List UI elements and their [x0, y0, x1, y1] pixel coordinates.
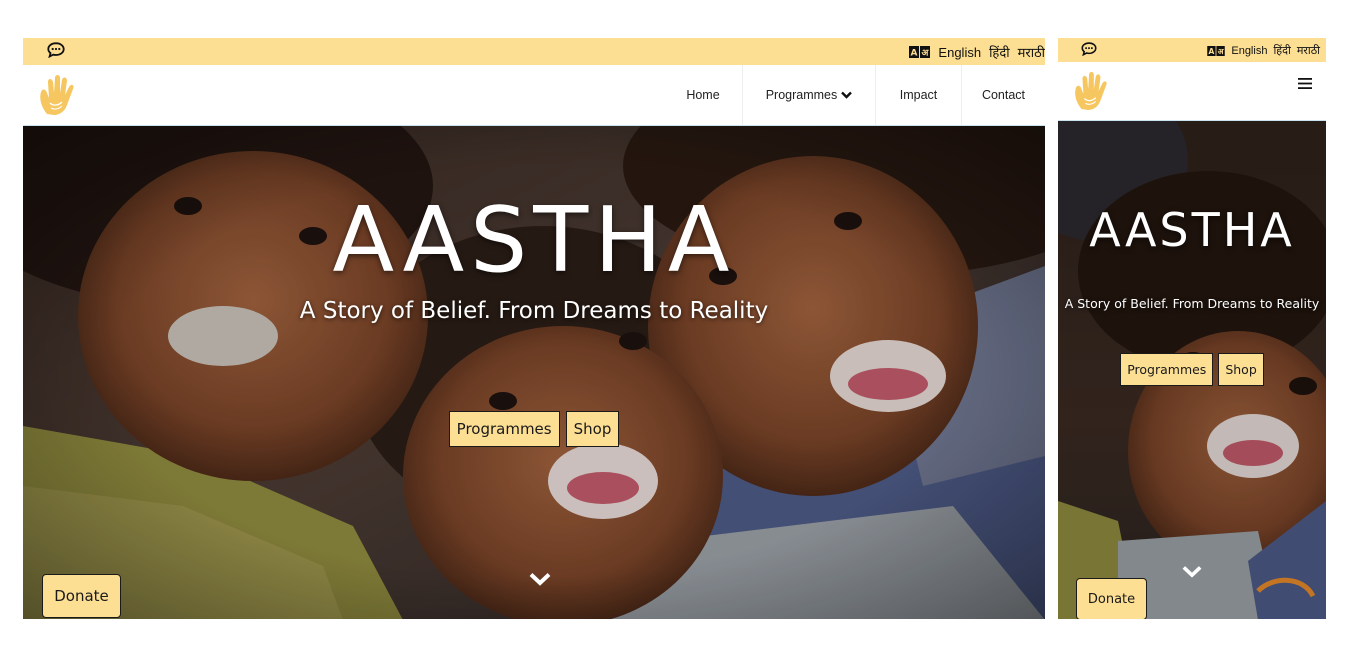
navbar — [1058, 62, 1326, 120]
hero-cta-group: Programmes Shop — [1058, 353, 1326, 386]
nav-item-impact[interactable]: Impact — [875, 65, 961, 125]
svg-text:A: A — [911, 49, 918, 59]
donate-button[interactable]: Donate — [1076, 578, 1147, 619]
programmes-button[interactable]: Programmes — [448, 411, 560, 447]
hero-section: AASTHA A Story of Belief. From Dreams to… — [1058, 120, 1326, 619]
translate-icon: A अ — [909, 46, 931, 59]
raised-hand-logo[interactable] — [38, 73, 76, 117]
shop-button[interactable]: Shop — [565, 411, 620, 447]
mobile-view: A अ English हिंदी मराठी AASTHA A Story o… — [1058, 38, 1326, 619]
language-english[interactable]: English — [938, 45, 981, 60]
nav-item-programmes[interactable]: Programmes — [742, 65, 875, 125]
hero-title: AASTHA — [1089, 203, 1295, 257]
language-english[interactable]: English — [1231, 45, 1267, 57]
svg-text:अ: अ — [922, 49, 930, 59]
hero-section: AASTHA A Story of Belief. From Dreams to… — [23, 125, 1045, 619]
language-hindi[interactable]: हिंदी — [1273, 43, 1290, 58]
hero-subtitle: A Story of Belief. From Dreams to Realit… — [299, 298, 769, 324]
hero-title: AASTHA — [332, 188, 736, 293]
language-marathi[interactable]: मराठी — [1018, 43, 1045, 61]
nav-item-home[interactable]: Home — [664, 65, 742, 125]
top-bar: A अ English हिंदी मराठी — [1058, 38, 1326, 62]
svg-text:अ: अ — [1218, 46, 1224, 55]
navbar: Home Programmes Impact Contact — [23, 65, 1045, 125]
chevron-down-icon[interactable] — [1182, 565, 1202, 578]
hero-subtitle: A Story of Belief. From Dreams to Realit… — [1064, 296, 1320, 311]
hero-cta-group: Programmes Shop — [23, 411, 1045, 447]
chat-bubble-icon[interactable] — [1081, 42, 1097, 56]
desktop-view: A अ English हिंदी मराठी Home Programmes … — [23, 38, 1045, 619]
main-nav: Home Programmes Impact Contact — [664, 65, 1045, 125]
language-hindi[interactable]: हिंदी — [989, 43, 1010, 61]
language-switcher: A अ English हिंदी मराठी — [1207, 43, 1320, 58]
nav-item-label: Impact — [899, 88, 938, 102]
nav-item-label: Home — [686, 88, 720, 102]
nav-item-label: Contact — [981, 88, 1026, 102]
nav-item-contact[interactable]: Contact — [961, 65, 1045, 125]
chat-bubble-icon[interactable] — [47, 42, 65, 58]
language-marathi[interactable]: मराठी — [1297, 43, 1320, 58]
language-switcher: A अ English हिंदी मराठी — [909, 43, 1045, 61]
programmes-button[interactable]: Programmes — [1120, 353, 1214, 386]
donate-button[interactable]: Donate — [42, 574, 121, 618]
hamburger-icon[interactable] — [1298, 78, 1312, 89]
nav-item-label: Programmes — [765, 88, 838, 102]
chevron-down-icon[interactable] — [529, 572, 551, 586]
translate-icon: A अ — [1207, 45, 1226, 56]
chevron-down-icon — [841, 91, 853, 99]
shop-button[interactable]: Shop — [1218, 353, 1264, 386]
raised-hand-logo[interactable] — [1073, 70, 1109, 112]
svg-text:A: A — [1209, 46, 1215, 55]
top-bar: A अ English हिंदी मराठी — [23, 38, 1045, 65]
